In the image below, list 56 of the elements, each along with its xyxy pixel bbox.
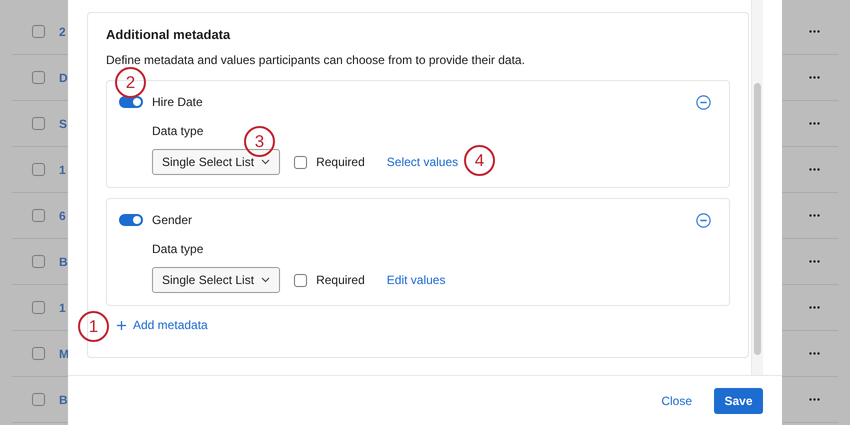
more-icon[interactable]	[809, 168, 820, 171]
row-checkbox[interactable]	[32, 255, 45, 268]
table-cell: 6	[59, 208, 66, 222]
chevron-down-icon	[261, 277, 270, 283]
more-icon[interactable]	[809, 398, 820, 401]
row-checkbox[interactable]	[32, 301, 45, 314]
section-description: Define metadata and values participants can choose from to provide their data.	[106, 53, 526, 67]
field-label: Data type	[152, 124, 204, 138]
table-cell: 1	[59, 300, 66, 314]
metadata-name: Hire Date	[152, 95, 204, 109]
more-icon[interactable]	[809, 352, 820, 355]
field-label: Data type	[152, 242, 204, 256]
section-title: Additional metadata	[106, 26, 232, 44]
row-checkbox[interactable]	[32, 117, 45, 130]
checkbox-label: Required	[316, 155, 365, 169]
toggle-switch[interactable]	[119, 214, 143, 226]
values-link[interactable]: Select values	[386, 155, 458, 169]
more-icon[interactable]	[809, 122, 820, 125]
row-checkbox[interactable]	[32, 163, 45, 176]
more-icon[interactable]	[809, 260, 820, 263]
table-cell: M	[59, 346, 68, 360]
row-checkbox[interactable]	[32, 25, 45, 38]
values-link[interactable]: Edit values	[386, 273, 446, 287]
required-checkbox[interactable]	[294, 274, 308, 286]
callout-number: 2	[115, 67, 146, 98]
save-button[interactable]: Save	[714, 388, 763, 414]
more-icon[interactable]	[809, 214, 820, 217]
row-checkbox[interactable]	[32, 393, 45, 406]
checkbox-label: Required	[316, 273, 365, 287]
more-icon[interactable]	[809, 306, 820, 309]
more-icon[interactable]	[809, 76, 820, 79]
table-cell: S	[59, 116, 68, 130]
table-cell: 1	[59, 162, 66, 176]
scrollbar[interactable]	[751, 0, 763, 375]
chevron-down-icon	[261, 159, 270, 165]
remove-icon[interactable]	[696, 212, 711, 228]
callout-number: 1	[78, 311, 109, 342]
table-cell: B	[59, 392, 68, 406]
data-type-dropdown[interactable]: Single Select List	[152, 267, 280, 293]
more-icon[interactable]	[809, 30, 820, 33]
callout-number: 3	[244, 126, 275, 157]
required-checkbox[interactable]	[294, 156, 308, 168]
row-checkbox[interactable]	[32, 347, 45, 360]
table-cell: D	[59, 70, 68, 84]
callout-number: 4	[464, 145, 495, 176]
table-cell: B	[59, 254, 68, 268]
close-button[interactable]: Close	[661, 394, 692, 408]
plus-icon	[117, 320, 126, 330]
remove-icon[interactable]	[696, 94, 711, 110]
toggle-switch[interactable]	[119, 96, 143, 108]
metadata-name: Gender	[152, 213, 194, 227]
add-metadata-button[interactable]: Add metadata	[117, 318, 208, 332]
data-type-dropdown[interactable]: Single Select List	[152, 149, 280, 175]
table-cell: 2	[59, 24, 66, 38]
row-checkbox[interactable]	[32, 71, 45, 84]
row-checkbox[interactable]	[32, 209, 45, 222]
